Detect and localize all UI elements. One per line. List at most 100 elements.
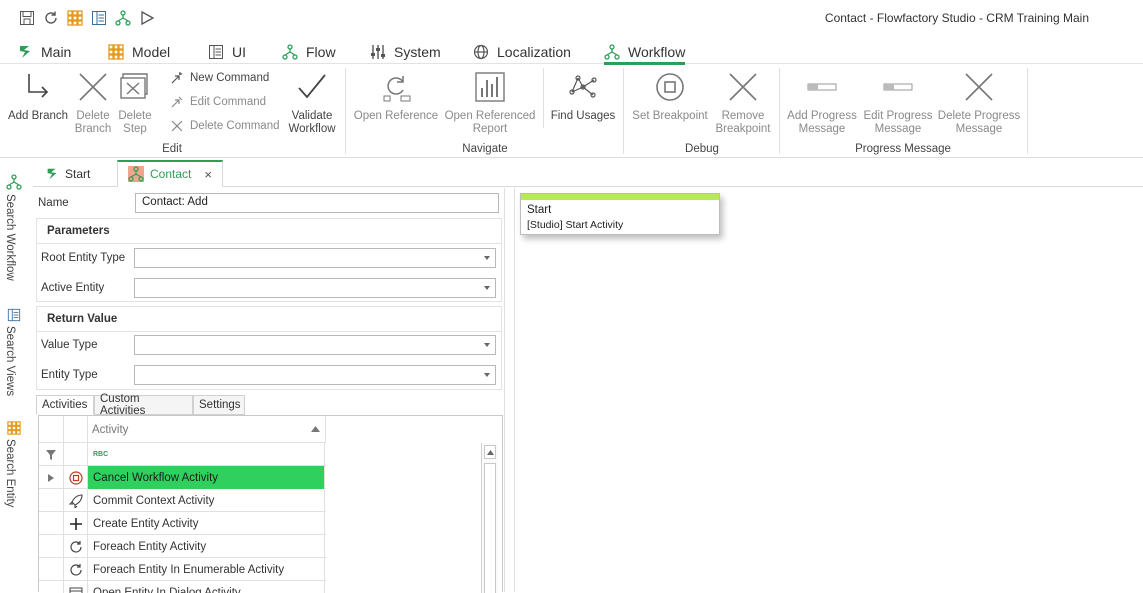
entity-grid-icon bbox=[7, 421, 21, 435]
new-command-button[interactable]: New Command bbox=[170, 71, 269, 85]
add-branch-label: Add Branch bbox=[8, 110, 68, 122]
delete-step-label-1: Delete bbox=[118, 110, 151, 122]
active-entity-select[interactable] bbox=[134, 278, 496, 298]
doc-tab-start-label: Start bbox=[65, 167, 90, 181]
remove-breakpoint-label-2: Breakpoint bbox=[716, 123, 771, 135]
tab-custom-activities[interactable]: Custom Activities bbox=[94, 395, 193, 415]
search-entity-tab[interactable]: Search Entity bbox=[0, 421, 28, 511]
add-progress-label-1: Add Progress bbox=[787, 110, 857, 122]
grid-row-foreach-enumerable[interactable]: Foreach Entity In Enumerable Activity bbox=[39, 558, 326, 581]
progress-bar-icon bbox=[881, 70, 915, 104]
root-entity-type-select[interactable] bbox=[134, 248, 496, 268]
tab-flow-label: Flow bbox=[306, 44, 336, 60]
run-icon[interactable] bbox=[139, 10, 155, 26]
search-workflow-tab[interactable]: Search Workflow bbox=[0, 174, 28, 284]
grid-row-commit-context[interactable]: Commit Context Activity bbox=[39, 489, 326, 512]
ui-icon bbox=[208, 44, 224, 60]
edit-progress-message-button[interactable]: Edit Progress Message bbox=[861, 70, 935, 136]
search-views-tab[interactable]: Search Views bbox=[0, 308, 28, 398]
tab-ui[interactable]: UI bbox=[208, 41, 246, 63]
breakpoint-icon bbox=[653, 70, 687, 104]
chevron-right-icon bbox=[48, 474, 54, 482]
grid-header-row: Activity bbox=[39, 416, 326, 443]
ribbon-separator bbox=[1027, 68, 1028, 154]
grid-header-spacer bbox=[63, 416, 87, 443]
tab-workflow[interactable]: Workflow bbox=[604, 41, 685, 65]
debug-group-label: Debug bbox=[678, 143, 726, 155]
tab-main[interactable]: Main bbox=[17, 41, 71, 63]
filter-icon[interactable] bbox=[39, 443, 63, 466]
activity-column-header[interactable]: Activity bbox=[87, 416, 326, 443]
refresh-icon[interactable] bbox=[43, 10, 59, 26]
tab-localization[interactable]: Localization bbox=[473, 41, 571, 63]
entity-grid-icon[interactable] bbox=[67, 10, 83, 26]
grid-row-create-entity[interactable]: Create Entity Activity bbox=[39, 512, 326, 535]
search-workflow-label: Search Workflow bbox=[4, 194, 16, 281]
doc-tab-start[interactable]: Start bbox=[35, 160, 100, 187]
remove-breakpoint-button[interactable]: Remove Breakpoint bbox=[712, 70, 774, 136]
name-field[interactable]: Contact: Add bbox=[135, 193, 499, 213]
scroll-up-button[interactable] bbox=[484, 445, 496, 459]
node-status-bar bbox=[521, 194, 719, 200]
root-entity-type-label: Root Entity Type bbox=[41, 252, 125, 264]
tab-activities[interactable]: Activities bbox=[36, 395, 94, 415]
window-title: Contact - Flowfactory Studio - CRM Train… bbox=[825, 11, 1089, 25]
flow-icon[interactable] bbox=[115, 10, 131, 26]
grid-row-label: Commit Context Activity bbox=[87, 489, 325, 512]
dropdown-arrow-icon bbox=[484, 256, 490, 260]
tab-settings[interactable]: Settings bbox=[193, 395, 245, 415]
delete-step-label-2: Step bbox=[123, 123, 147, 135]
set-breakpoint-button[interactable]: Set Breakpoint bbox=[629, 70, 711, 123]
grid-row-foreach-entity[interactable]: Foreach Entity Activity bbox=[39, 535, 326, 558]
save-icon[interactable] bbox=[19, 10, 35, 26]
properties-panel: Name Contact: Add Parameters Root Entity… bbox=[33, 188, 505, 592]
delete-branch-button[interactable]: Delete Branch bbox=[72, 70, 114, 136]
open-referenced-report-button[interactable]: Open Referenced Report bbox=[443, 70, 537, 136]
tab-flow[interactable]: Flow bbox=[282, 41, 336, 63]
validate-label-2: Workflow bbox=[288, 123, 335, 135]
ribbon-separator bbox=[623, 68, 624, 154]
plus-icon bbox=[63, 512, 87, 535]
grid-row-cancel-workflow[interactable]: Cancel Workflow Activity bbox=[39, 466, 326, 489]
grid-row-label: Cancel Workflow Activity bbox=[87, 466, 325, 489]
close-icon[interactable]: × bbox=[204, 167, 212, 182]
grid-row-label: Open Entity In Dialog Activity bbox=[87, 581, 325, 593]
delete-progress-label-1: Delete Progress bbox=[938, 110, 1020, 122]
add-branch-button[interactable]: Add Branch bbox=[6, 70, 70, 123]
sort-ascending-icon bbox=[311, 426, 320, 432]
workflow-canvas[interactable]: Start [Studio] Start Activity bbox=[514, 188, 1143, 592]
entity-type-select[interactable] bbox=[134, 365, 496, 385]
open-reference-button[interactable]: Open Reference bbox=[352, 70, 440, 123]
delete-step-icon bbox=[118, 70, 152, 104]
add-progress-message-button[interactable]: Add Progress Message bbox=[785, 70, 859, 136]
delete-command-button[interactable]: Delete Command bbox=[170, 119, 279, 133]
edit-command-button[interactable]: Edit Command bbox=[170, 95, 266, 109]
doc-tab-contact[interactable]: Contact × bbox=[117, 160, 223, 187]
view-icon[interactable] bbox=[91, 10, 107, 26]
grid-scrollbar[interactable] bbox=[481, 443, 498, 593]
edit-command-label: Edit Command bbox=[190, 96, 266, 108]
grid-row-open-entity-dialog[interactable]: Open Entity In Dialog Activity bbox=[39, 581, 326, 593]
value-type-select[interactable] bbox=[134, 335, 496, 355]
main-icon bbox=[17, 44, 33, 60]
delete-x-icon bbox=[76, 70, 110, 104]
tab-model[interactable]: Model bbox=[108, 41, 170, 63]
delete-step-button[interactable]: Delete Step bbox=[115, 70, 155, 136]
tab-ui-label: UI bbox=[232, 44, 246, 60]
validate-workflow-button[interactable]: Validate Workflow bbox=[283, 70, 341, 136]
scroll-thumb[interactable] bbox=[484, 463, 496, 593]
add-progress-label-2: Message bbox=[799, 123, 846, 135]
side-bar: Search Workflow Search Views Search Enti… bbox=[0, 160, 28, 592]
open-reference-label: Open Reference bbox=[354, 110, 438, 122]
find-usages-button[interactable]: Find Usages bbox=[549, 70, 617, 123]
delete-progress-message-button[interactable]: Delete Progress Message bbox=[937, 70, 1021, 136]
delete-branch-label-2: Branch bbox=[75, 123, 111, 135]
tab-system[interactable]: System bbox=[370, 41, 441, 63]
open-referenced-label-1: Open Referenced bbox=[445, 110, 536, 122]
start-activity-node[interactable]: Start [Studio] Start Activity bbox=[520, 193, 720, 235]
section-divider bbox=[37, 243, 501, 244]
filter-text-icon[interactable]: RBC bbox=[87, 443, 325, 466]
expand-chevron-icon[interactable] bbox=[39, 466, 63, 489]
return-value-heading: Return Value bbox=[47, 313, 117, 325]
dropdown-arrow-icon bbox=[484, 343, 490, 347]
